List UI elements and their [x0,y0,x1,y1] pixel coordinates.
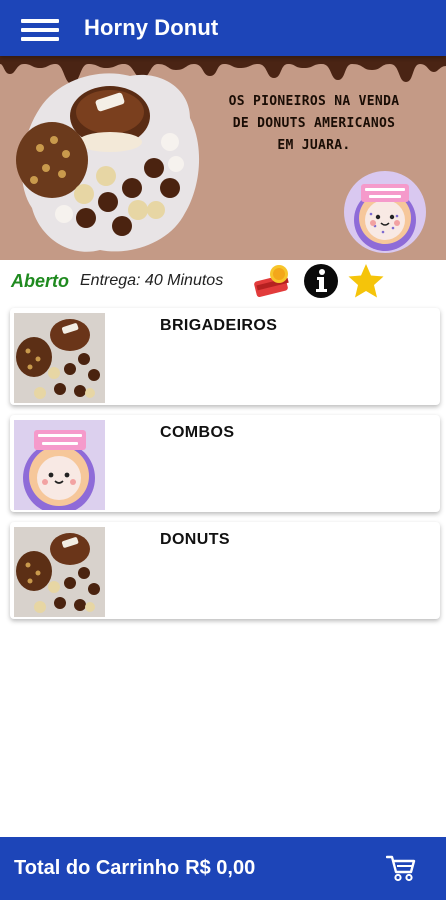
category-label: COMBOS [160,424,235,441]
menu-icon[interactable] [21,14,61,42]
category-card-donuts[interactable]: DONUTS [10,522,440,619]
donut-logo [344,171,426,253]
delivery-time: Entrega: 40 Minutos [80,272,224,289]
category-image [14,527,105,617]
category-image [14,420,105,510]
category-label: DONUTS [160,531,230,548]
category-card-combos[interactable]: COMBOS [10,415,440,512]
star-icon[interactable] [347,262,385,300]
store-open-status: Aberto [11,270,69,291]
app-bar: Horny Donut [0,0,446,56]
payment-icon[interactable] [251,262,293,300]
cart-total-value: R$ 0,00 [185,857,256,879]
banner-slogan: OS PIONEIROS NA VENDA DE DONUTS AMERICAN… [228,94,400,153]
cart-total-label: Total do Carrinho [14,857,180,879]
app-title: Horny Donut [84,15,219,40]
store-status-row: Aberto Entrega: 40 Minutos [0,262,446,300]
category-image [14,313,105,403]
sweets-tray-photo [16,73,200,252]
cart-icon[interactable] [386,854,416,882]
cart-total-bar[interactable]: Total do Carrinho R$ 0,00 [0,837,446,900]
store-banner: OS PIONEIROS NA VENDA DE DONUTS AMERICAN… [0,56,446,260]
info-icon[interactable] [302,262,340,300]
category-label: BRIGADEIROS [160,317,278,334]
category-card-brigadeiros[interactable]: BRIGADEIROS [10,308,440,405]
